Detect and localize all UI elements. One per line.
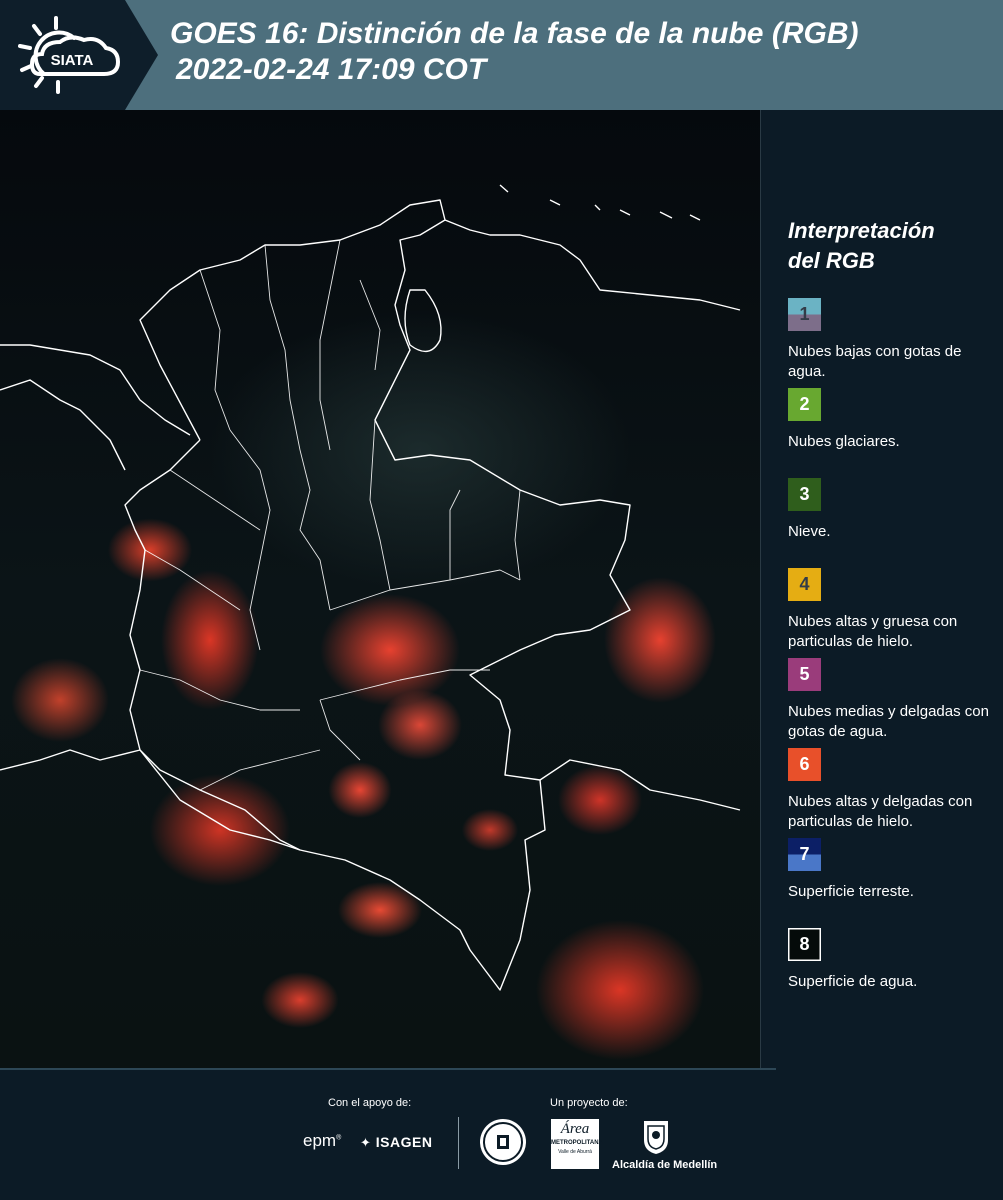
swatch-7: 7 xyxy=(788,838,821,871)
swatch-4: 4 xyxy=(788,568,821,601)
epm-text: epm xyxy=(303,1131,337,1150)
swatch-number: 1 xyxy=(799,304,810,324)
seal-emblem-icon xyxy=(480,1119,526,1165)
legend-title-line2: del RGB xyxy=(788,248,875,273)
island-cluster xyxy=(499,184,701,221)
footer-divider xyxy=(458,1117,459,1169)
swatch-1: 1 xyxy=(788,298,821,331)
legend-item-6: 6 Nubes altas y delgadas con particulas … xyxy=(788,748,998,838)
border-peru xyxy=(139,749,301,851)
swatch-number: 4 xyxy=(799,574,810,594)
legend-item-8: 8 Superficie de agua. xyxy=(788,928,998,1018)
alcaldia-label: Alcaldía de Medellín xyxy=(612,1159,718,1171)
swatch-number: 7 xyxy=(799,844,810,864)
siata-logo: SIATA xyxy=(0,0,158,110)
border-ecuador xyxy=(0,749,141,771)
swatch-number: 2 xyxy=(799,394,810,414)
coastline-venezuela xyxy=(444,219,741,311)
legend-panel: Interpretación del RGB 1 Nubes bajas con… xyxy=(788,216,998,1018)
area-logo-line1: Área xyxy=(560,1121,590,1137)
legend-item-3: 3 Nieve. xyxy=(788,478,998,568)
support-label: Con el apoyo de: xyxy=(328,1097,412,1109)
isagen-text: ISAGEN xyxy=(375,1134,433,1150)
area-logo-line2: METROPOLITANA xyxy=(551,1140,603,1146)
swatch-number: 6 xyxy=(799,754,810,774)
border-brazil xyxy=(539,759,741,811)
legend-item-2: 2 Nubes glaciares. xyxy=(788,388,998,478)
legend-item-5: 5 Nubes medias y delgadas con gotas de a… xyxy=(788,658,998,748)
swatch-number: 8 xyxy=(799,934,810,954)
isagen-mark-icon: ✦ xyxy=(360,1135,372,1150)
page-title: GOES 16: Distinción de la fase de la nub… xyxy=(170,16,858,88)
title-text: GOES 16: Distinción de la fase de la nub… xyxy=(170,17,859,50)
legend-item-7: 7 Superficie terreste. xyxy=(788,838,998,928)
coastline-pacific xyxy=(0,379,126,471)
legend-title: Interpretación del RGB xyxy=(788,216,998,276)
area-metropolitana-logo: Área METROPOLITANA Valle de Aburrá xyxy=(551,1119,603,1169)
legend-label-5: Nubes medias y delgadas con gotas de agu… xyxy=(788,703,989,740)
legend-label-3: Nieve. xyxy=(788,523,831,540)
legend-title-line1: Interpretación xyxy=(788,218,935,243)
legend-label-1: Nubes bajas con gotas de agua. xyxy=(788,343,962,380)
legend-label-7: Superficie terreste. xyxy=(788,883,914,900)
logo-text: SIATA xyxy=(51,52,94,69)
swatch-5: 5 xyxy=(788,658,821,691)
satellite-map xyxy=(0,110,760,1070)
coastline-panama xyxy=(0,344,191,436)
legend-item-1: 1 Nubes bajas con gotas de agua. xyxy=(788,298,998,388)
isagen-logo: ✦ ISAGEN xyxy=(360,1134,432,1151)
sun-cloud-icon: SIATA xyxy=(18,16,121,94)
project-label: Un proyecto de: xyxy=(550,1097,628,1109)
coat-of-arms-icon xyxy=(644,1121,668,1154)
legend-label-6: Nubes altas y delgadas con particulas de… xyxy=(788,793,973,830)
legend-label-2: Nubes glaciares. xyxy=(788,433,900,450)
swatch-number: 5 xyxy=(799,664,810,684)
swatch-2: 2 xyxy=(788,388,821,421)
swatch-8: 8 xyxy=(788,928,821,961)
area-logo-line3: Valle de Aburrá xyxy=(558,1149,592,1155)
country-border-colombia xyxy=(124,199,631,991)
legend-item-4: 4 Nubes altas y gruesa con particulas de… xyxy=(788,568,998,658)
timestamp: 2022-02-24 17:09 COT xyxy=(176,53,487,86)
boundary-lines xyxy=(0,184,741,991)
epm-logo: epm® xyxy=(303,1131,342,1150)
map-frame xyxy=(760,110,761,1070)
lake-maracaibo xyxy=(404,289,442,353)
header-bar: SIATA GOES 16: Distinción de la fase de … xyxy=(0,0,1003,110)
swatch-6: 6 xyxy=(788,748,821,781)
swatch-number: 3 xyxy=(799,484,810,504)
swatch-3: 3 xyxy=(788,478,821,511)
legend-label-8: Superficie de agua. xyxy=(788,973,918,990)
legend-label-4: Nubes altas y gruesa con particulas de h… xyxy=(788,613,958,650)
